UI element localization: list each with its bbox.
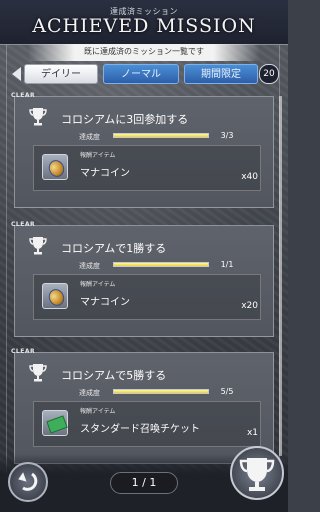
trophy-icon [29, 108, 47, 126]
mana-coin-icon [46, 157, 67, 180]
reward-box: 報酬アイテム スタンダード召喚チケット x1 [33, 401, 261, 447]
scrollbar[interactable] [279, 96, 282, 456]
progress-label: 達成度 [79, 389, 100, 397]
progress-fill [114, 263, 208, 266]
reward-icon-frame [42, 410, 68, 436]
reward-quantity: x20 [241, 301, 258, 311]
page-title: ACHIEVED MISSION [32, 15, 256, 37]
trophy-button[interactable] [230, 446, 284, 500]
reward-quantity: x1 [246, 428, 258, 438]
mission-title: コロシアムで5勝する [61, 369, 167, 382]
mission-title: コロシアムに3回参加する [61, 113, 189, 126]
description-bar: 既に達成済のミッション一覧です [28, 44, 260, 61]
reward-box: 報酬アイテム マナコイン x40 [33, 145, 261, 191]
progress-count: 5/5 [220, 387, 234, 396]
progress-fill [114, 134, 208, 137]
count-badge: 20 [259, 64, 279, 84]
back-icon [18, 472, 38, 491]
reward-icon-frame [42, 283, 68, 309]
mission-title: コロシアムで1勝する [61, 242, 167, 255]
reward-name: スタンダード召喚チケット [80, 424, 200, 435]
reward-label: 報酬アイテム [80, 408, 116, 415]
progress-count: 1/1 [220, 260, 234, 269]
clear-stamp: CLEAR [11, 348, 36, 355]
trophy-icon [29, 364, 47, 382]
mana-coin-icon [46, 286, 67, 309]
reward-quantity: x40 [241, 172, 258, 182]
progress-bar [113, 389, 209, 394]
mission-card: CLEAR コロシアムに3回参加する 達成度 3/3 報酬アイテム マナコイン … [11, 92, 274, 208]
tab-normal[interactable]: ノーマル [103, 64, 179, 84]
summon-ticket-icon [46, 415, 68, 434]
description-text: 既に達成済のミッション一覧です [84, 47, 204, 56]
progress-bar [113, 262, 209, 267]
progress-count: 3/3 [220, 131, 234, 140]
trophy-icon [29, 237, 47, 255]
scrollbar-thumb[interactable] [279, 96, 282, 456]
reward-icon-frame [42, 154, 68, 180]
tab-daily[interactable]: デイリー [24, 64, 98, 84]
trophy-icon [239, 458, 275, 491]
tab-left-arrow-icon[interactable] [12, 67, 21, 81]
reward-name: マナコイン [80, 297, 130, 308]
clear-stamp: CLEAR [11, 221, 36, 228]
reward-label: 報酬アイテム [80, 152, 116, 159]
reward-label: 報酬アイテム [80, 281, 116, 288]
reward-box: 報酬アイテム マナコイン x20 [33, 274, 261, 320]
page-indicator: 1 / 1 [110, 472, 178, 494]
tab-limited-time[interactable]: 期間限定 [184, 64, 258, 84]
progress-fill [114, 390, 208, 393]
back-button[interactable] [8, 462, 48, 502]
clear-stamp: CLEAR [11, 92, 36, 99]
progress-label: 達成度 [79, 262, 100, 270]
reward-name: マナコイン [80, 168, 130, 179]
progress-bar [113, 133, 209, 138]
mission-card: CLEAR コロシアムで1勝する 達成度 1/1 報酬アイテム マナコイン x2… [11, 221, 274, 337]
progress-label: 達成度 [79, 133, 100, 141]
header: 達成済ミッション ACHIEVED MISSION [0, 0, 288, 45]
